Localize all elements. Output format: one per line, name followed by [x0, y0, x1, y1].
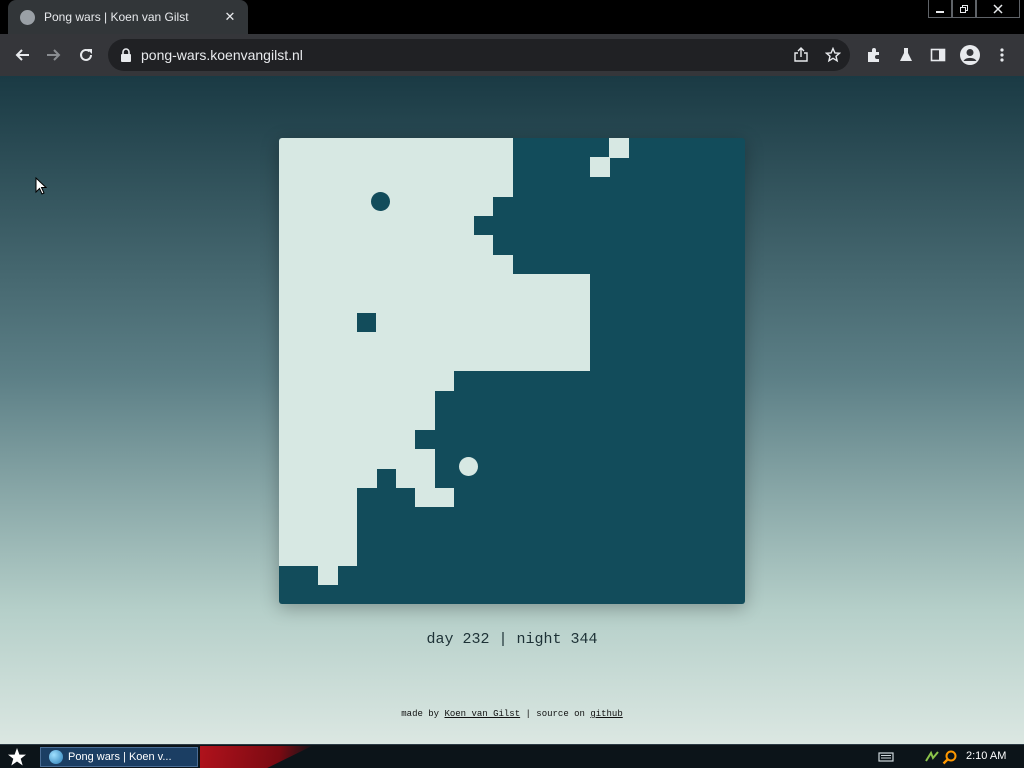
day-cell	[376, 312, 591, 333]
day-cell	[279, 332, 591, 353]
profile-button[interactable]	[958, 43, 982, 67]
url-text[interactable]: pong-wars.koenvangilst.nl	[141, 47, 303, 63]
forward-button[interactable]	[41, 42, 67, 68]
day-cell	[279, 157, 513, 178]
mouse-cursor-icon	[35, 177, 47, 195]
taskbar-item-label: Pong wars | Koen v...	[68, 751, 172, 763]
day-cell	[279, 215, 474, 236]
credit-line: made by Koen van Gilst | source on githu…	[0, 709, 1024, 719]
taskbar: Pong wars | Koen v... 2:10 AM	[0, 744, 1024, 768]
day-cell	[395, 468, 435, 488]
share-button[interactable]	[791, 45, 811, 65]
day-cell	[279, 235, 494, 255]
day-ball	[371, 191, 391, 211]
taskbar-decoration	[200, 746, 312, 768]
day-cell	[589, 157, 610, 178]
page-content: day 232 | night 344 made by Koen van Gil…	[0, 76, 1024, 744]
flask-icon	[900, 48, 912, 61]
game-board	[279, 138, 745, 604]
day-cell	[279, 312, 358, 333]
day-cell	[279, 138, 513, 158]
day-cell	[279, 526, 358, 547]
day-cell	[279, 468, 377, 488]
side-panel-icon	[930, 48, 946, 62]
side-panel-button[interactable]	[926, 43, 950, 67]
close-tab-icon[interactable]: ✕	[222, 9, 238, 25]
network-icon[interactable]	[924, 749, 940, 765]
arrow-left-icon	[15, 49, 29, 61]
day-cell	[317, 565, 338, 586]
close-window-button[interactable]	[976, 0, 1020, 18]
day-cell	[279, 273, 591, 294]
day-cell	[279, 371, 455, 391]
day-cell	[279, 429, 416, 450]
credit-prefix: made by	[401, 709, 445, 719]
browser-icon	[49, 750, 63, 764]
day-cell	[279, 254, 513, 275]
share-icon	[794, 47, 808, 62]
day-cell	[279, 390, 435, 411]
address-bar[interactable]: pong-wars.koenvangilst.nl	[108, 39, 850, 71]
star-icon	[825, 47, 841, 63]
day-cell	[279, 545, 358, 566]
reload-icon	[80, 48, 92, 61]
bookmark-button[interactable]	[823, 45, 843, 65]
menu-button[interactable]	[990, 43, 1014, 67]
star-start-icon	[8, 748, 26, 766]
restore-button[interactable]	[952, 0, 976, 18]
day-cell	[279, 293, 591, 314]
arrow-right-icon	[47, 49, 61, 61]
search-icon[interactable]	[942, 749, 958, 765]
day-cell	[279, 409, 435, 430]
credit-separator: | source on	[520, 709, 591, 719]
keyboard-icon[interactable]	[878, 749, 894, 765]
night-ball	[458, 456, 478, 476]
avatar-icon	[960, 45, 980, 65]
browser-toolbar: pong-wars.koenvangilst.nl	[0, 34, 1024, 76]
day-cell	[279, 351, 591, 372]
minimize-icon	[936, 10, 944, 13]
day-cell	[279, 506, 358, 527]
taskbar-item-browser[interactable]: Pong wars | Koen v...	[40, 747, 198, 767]
day-cell	[609, 138, 629, 158]
close-icon	[993, 3, 1003, 14]
github-link[interactable]: github	[590, 709, 622, 719]
restore-icon	[960, 4, 968, 13]
title-bar: Pong wars | Koen van Gilst ✕	[0, 0, 1024, 34]
extensions-button[interactable]	[862, 43, 886, 67]
start-button[interactable]	[6, 747, 28, 767]
lock-icon[interactable]	[120, 48, 132, 62]
tab-title: Pong wars | Koen van Gilst	[44, 10, 189, 24]
reload-button[interactable]	[73, 42, 99, 68]
minimize-button[interactable]	[928, 0, 952, 18]
score-display: day 232 | night 344	[426, 631, 598, 648]
globe-icon	[20, 9, 35, 25]
labs-button[interactable]	[894, 43, 918, 67]
day-cell	[279, 487, 358, 508]
back-button[interactable]	[9, 42, 35, 68]
day-cell	[279, 176, 513, 197]
puzzle-icon	[868, 48, 879, 62]
day-cell	[279, 448, 435, 469]
taskbar-clock: 2:10 AM	[966, 750, 1007, 762]
author-link[interactable]: Koen van Gilst	[444, 709, 520, 719]
kebab-menu-icon	[1000, 48, 1004, 62]
browser-tab[interactable]: Pong wars | Koen van Gilst ✕	[8, 0, 248, 34]
day-cell	[414, 487, 455, 508]
